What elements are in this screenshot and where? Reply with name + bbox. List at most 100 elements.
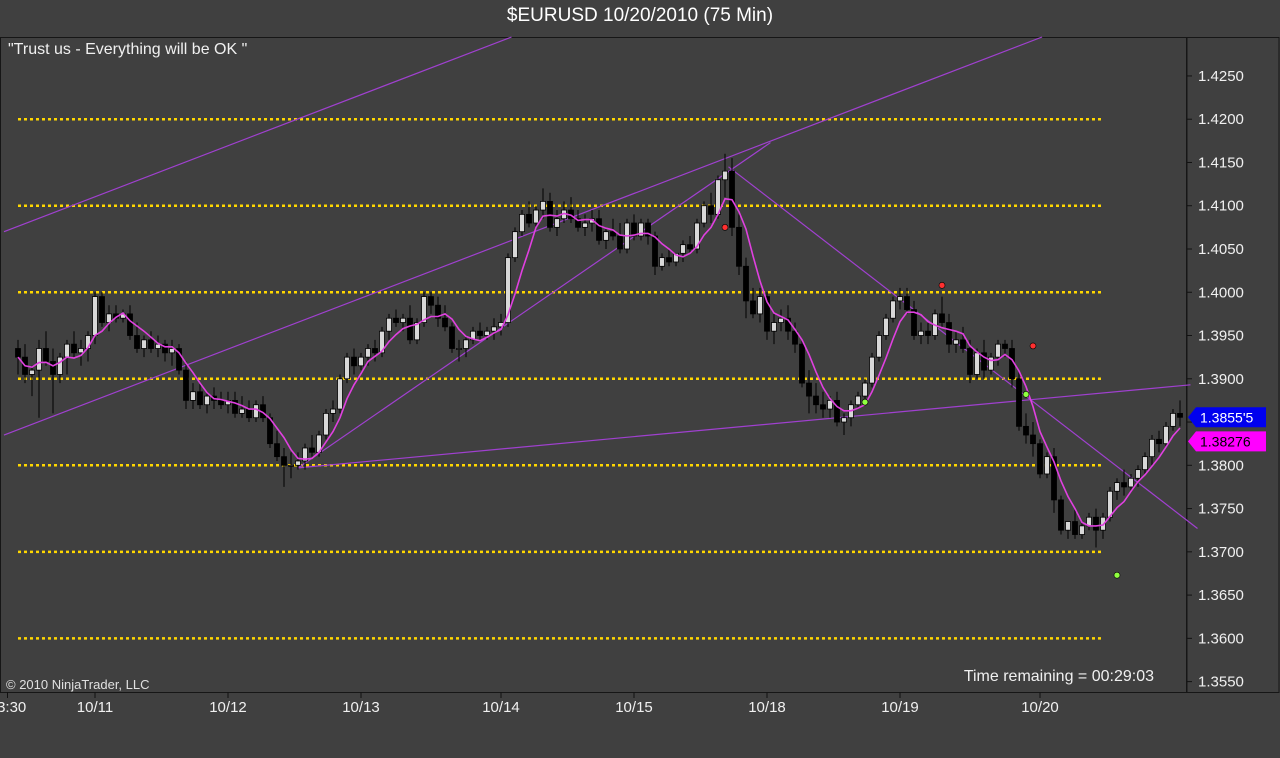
price-tick-label: 1.3550	[1198, 674, 1244, 691]
candle-body	[1121, 482, 1127, 488]
average-price-label: 1.38276	[1200, 433, 1251, 449]
last-price-label: 1.3855'5	[1200, 409, 1253, 425]
last-price-badge: 1.3855'5	[1188, 407, 1266, 428]
candle-body	[666, 257, 672, 263]
candle-body	[351, 356, 357, 367]
candle-12	[99, 292, 105, 327]
candle-body	[1016, 378, 1022, 427]
price-tick-label: 1.4050	[1198, 241, 1244, 258]
price-tick-label: 1.3750	[1198, 501, 1244, 518]
time-tick-label: 10/14	[482, 699, 520, 716]
candle-149	[1058, 495, 1064, 535]
candle-body	[337, 378, 343, 410]
candle-body	[64, 343, 70, 358]
candle-body	[141, 339, 147, 349]
candle-body	[463, 339, 469, 349]
time-tick-label: 10/12	[209, 699, 247, 716]
candle-body	[995, 343, 1001, 358]
pivot-low-0	[861, 398, 869, 406]
candle-body	[71, 343, 77, 354]
candle-body	[890, 300, 896, 319]
average-price-badge: 1.38276	[1188, 431, 1266, 452]
candle-body	[778, 317, 784, 323]
candle-body	[29, 369, 35, 375]
candle-body	[344, 356, 350, 380]
candle-body	[953, 339, 959, 345]
candle-body	[1156, 438, 1162, 445]
candle-112	[799, 339, 805, 388]
candle-body	[309, 447, 315, 453]
candle-body	[659, 257, 665, 267]
candle-122	[869, 352, 875, 388]
candle-143	[1016, 370, 1022, 431]
chart-window: $EURUSD 10/20/2010 (75 Min) 1.3550 1.3600…	[0, 0, 1280, 758]
candle-body	[722, 170, 728, 181]
candle-body	[148, 339, 154, 349]
candle-body	[92, 296, 98, 336]
candle-body	[540, 200, 546, 211]
price-tick-label: 1.4150	[1198, 154, 1244, 171]
candle-body	[1072, 521, 1078, 535]
price-tick-label: 1.4000	[1198, 284, 1244, 301]
candle-body	[547, 200, 553, 228]
candle-body	[281, 456, 287, 466]
time-tick-label: 10/18	[748, 699, 786, 716]
candle-body	[708, 205, 714, 215]
candle-body	[736, 226, 742, 267]
time-tick-label: 03:30	[0, 699, 26, 716]
time-tick-label: 10/20	[1021, 699, 1059, 716]
candle-body	[799, 343, 805, 384]
price-tick-label: 1.3800	[1198, 457, 1244, 474]
candle-body	[806, 382, 812, 397]
candle-71	[512, 227, 518, 262]
candle-body	[820, 404, 826, 410]
pivot-high-0	[721, 224, 729, 231]
candle-body	[862, 382, 868, 397]
candle-body	[687, 244, 693, 250]
candle-body	[330, 408, 336, 414]
candle-body	[939, 313, 945, 323]
candle-body	[869, 356, 875, 384]
candle-body	[1093, 516, 1099, 531]
candle-body	[127, 313, 133, 336]
price-tick-label: 1.3700	[1198, 544, 1244, 561]
candle-body	[484, 330, 490, 336]
pivot-low-2	[1113, 571, 1121, 579]
candle-body	[1065, 521, 1071, 531]
candle-body	[295, 460, 301, 466]
candle-123	[876, 331, 882, 362]
candle-body	[680, 244, 686, 254]
candle-body	[925, 330, 931, 336]
candle-body	[36, 348, 42, 371]
price-tick-label: 1.4200	[1198, 111, 1244, 128]
candle-body	[652, 235, 658, 267]
candle-body	[946, 322, 952, 345]
candle-body	[323, 412, 329, 436]
candle-body	[533, 209, 539, 224]
candle-body	[1128, 477, 1134, 488]
copyright-text: © 2010 NinjaTrader, LLC	[6, 677, 150, 692]
candle-body	[883, 317, 889, 336]
pivot-high-2	[1029, 342, 1037, 350]
candle-body	[246, 408, 252, 419]
candle-body	[78, 348, 84, 354]
candle-body	[288, 464, 294, 467]
candle-body	[218, 400, 224, 406]
candle-body	[57, 356, 63, 375]
candle-body	[974, 352, 980, 375]
candle-body	[1030, 434, 1036, 445]
candle-body	[841, 417, 847, 423]
candle-body	[491, 326, 497, 332]
candle-body	[1044, 456, 1050, 475]
candle-body	[449, 326, 455, 349]
price-chart[interactable]: 1.3550 1.3600 1.3650 1.3700 1.3750 1.3800 1.38…	[0, 0, 1280, 758]
candle-body	[960, 339, 966, 349]
candle-body	[358, 356, 364, 367]
candle-body	[757, 296, 763, 315]
candle-body	[1037, 443, 1043, 475]
candle-44	[323, 409, 329, 440]
candle-body	[897, 296, 903, 302]
candle-body	[582, 222, 588, 228]
time-tick-label: 10/11	[77, 699, 113, 716]
candle-body	[43, 348, 49, 362]
